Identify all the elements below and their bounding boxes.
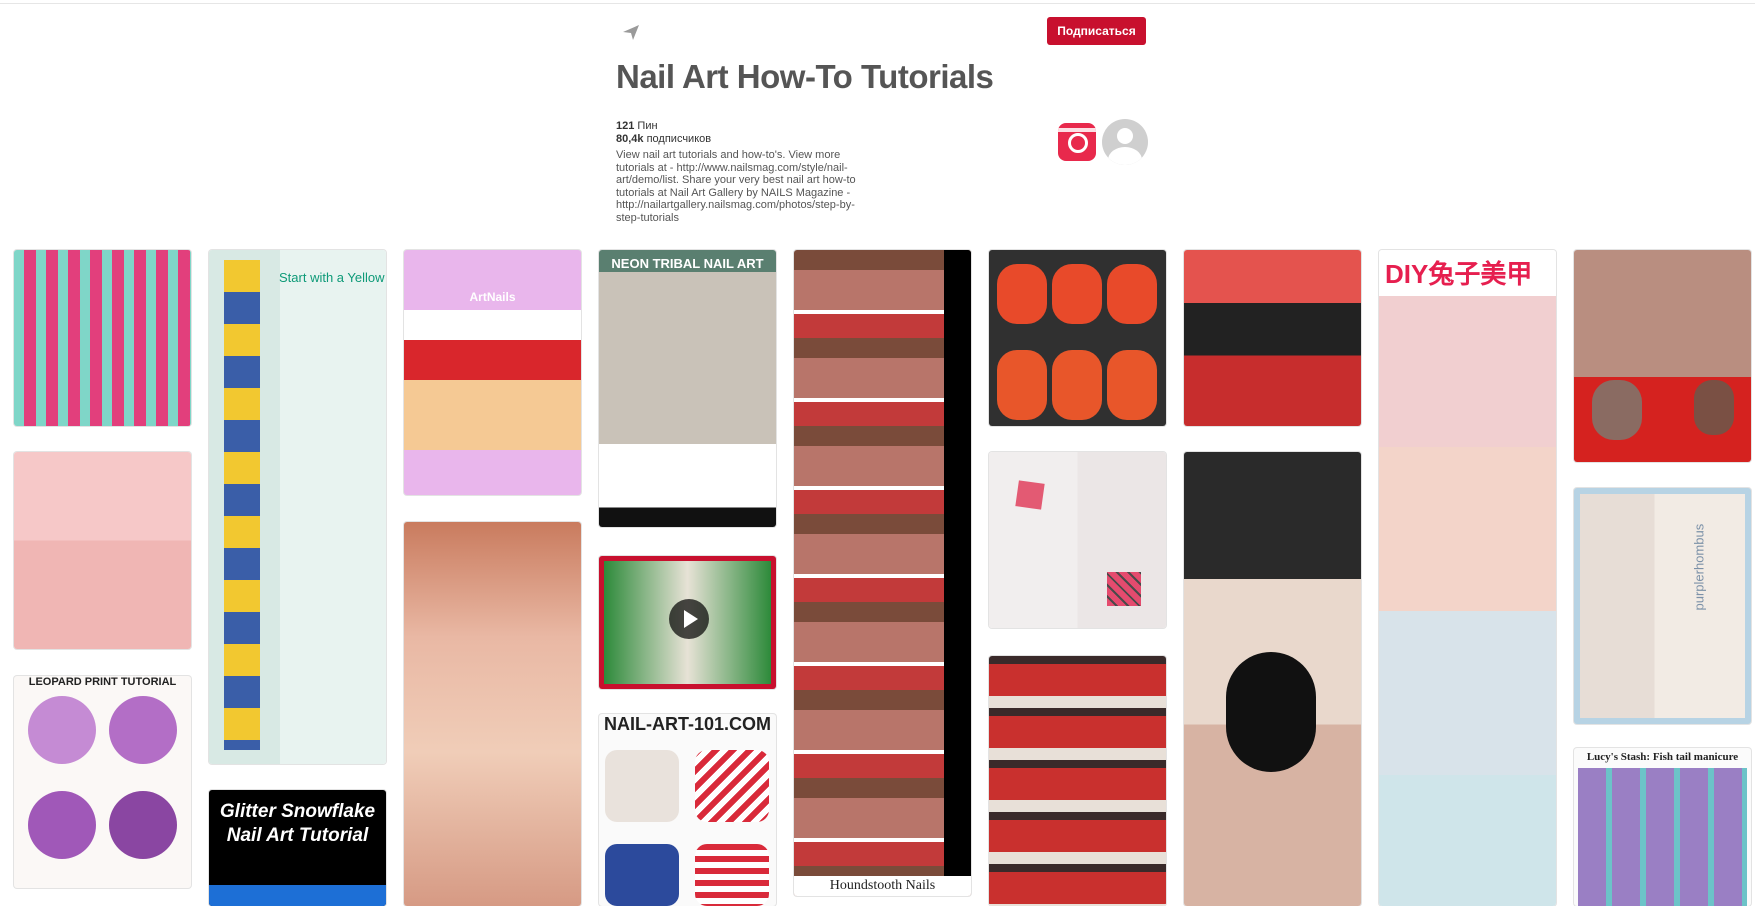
pins-count-label: Пин [637, 120, 658, 132]
pin-image [1694, 380, 1734, 435]
pin-caption: LEOPARD PRINT TUTORIAL [28, 676, 177, 688]
pin-19[interactable]: purplerhombus [1574, 488, 1751, 724]
pin-11[interactable]: Houndstooth Nails [794, 250, 971, 896]
top-divider [0, 3, 1755, 4]
pin-image [1107, 350, 1157, 420]
pin-image [1107, 264, 1157, 324]
pin-image [1052, 264, 1102, 324]
pin-4[interactable]: Start with a Yellow base [209, 250, 386, 764]
pin-image [1578, 768, 1747, 906]
board-title: Nail Art How-To Tutorials [616, 58, 994, 95]
pin-image [28, 696, 96, 764]
pin-16[interactable] [1184, 452, 1361, 906]
logo-band [1058, 128, 1096, 132]
pin-image [1580, 494, 1745, 718]
pin-image [1052, 350, 1102, 420]
pin-image [605, 750, 679, 822]
pin-caption: purplerhombus [1692, 524, 1707, 611]
board-owner-logo[interactable] [1058, 123, 1096, 161]
avatar-head [1117, 128, 1133, 144]
pin-image [605, 844, 679, 906]
pin-18[interactable] [1574, 250, 1751, 462]
pin-9[interactable] [599, 556, 776, 689]
subscribe-button[interactable]: Подписаться [1047, 17, 1146, 45]
pin-caption: Houndstooth Nails [794, 876, 971, 896]
pin-image [109, 696, 177, 764]
pin-image [1592, 380, 1642, 440]
pin-image [209, 885, 386, 906]
avatar[interactable] [1102, 119, 1148, 165]
pin-8[interactable]: NEON TRIBAL NAIL ART [599, 250, 776, 527]
pin-6[interactable]: ArtNails [404, 250, 581, 495]
pin-image [1107, 572, 1141, 606]
pin-caption: Lucy's Stash: Fish tail manicure [1586, 751, 1739, 763]
pin-13[interactable] [989, 452, 1166, 628]
pin-image [695, 844, 769, 906]
pin-caption: Start with a Yellow base [279, 270, 386, 285]
pin-caption: DIY兔子美甲 [1385, 259, 1533, 289]
pin-10[interactable]: NAIL-ART-101.COM [599, 714, 776, 906]
followers-count-label: подписчиков [646, 133, 712, 145]
pin-image [28, 791, 96, 859]
followers-count-value: 80,4k [616, 133, 644, 145]
pin-15[interactable] [1184, 250, 1361, 426]
pin-12[interactable] [989, 250, 1166, 426]
pin-7[interactable] [404, 522, 581, 906]
play-icon[interactable] [669, 599, 709, 639]
pin-caption: ArtNails [469, 290, 516, 304]
pin-3[interactable]: LEOPARD PRINT TUTORIAL [14, 676, 191, 888]
pin-17[interactable]: DIY兔子美甲 [1379, 250, 1556, 906]
board-description: View nail art tutorials and how-to's. Vi… [616, 149, 856, 224]
pin-image [997, 350, 1047, 420]
pin-caption: NAIL-ART-101.COM [603, 714, 771, 734]
pin-image [997, 264, 1047, 324]
followers-count[interactable]: 80,4k подписчиков [616, 133, 711, 145]
camera-icon [1068, 133, 1088, 153]
avatar-body [1108, 147, 1142, 165]
pin-image [695, 750, 769, 822]
pins-count-value: 121 [616, 120, 635, 132]
pin-20[interactable]: Lucy's Stash: Fish tail manicure [1574, 748, 1751, 906]
pin-14[interactable] [989, 656, 1166, 906]
pin-image [1015, 480, 1045, 510]
pin-caption: NEON TRIBAL NAIL ART [611, 256, 764, 271]
pins-count[interactable]: 121 Пин [616, 120, 658, 132]
pin-2[interactable] [14, 452, 191, 649]
pin-image [109, 791, 177, 859]
pin-image [224, 260, 260, 750]
send-icon[interactable] [621, 22, 641, 42]
pin-caption: Glitter Snowflake Nail Art Tutorial [219, 801, 376, 846]
pin-1[interactable] [14, 250, 191, 426]
pin-image [944, 250, 971, 876]
pin-5[interactable]: Glitter Snowflake Nail Art Tutorial [209, 790, 386, 906]
pin-image [1226, 652, 1316, 772]
